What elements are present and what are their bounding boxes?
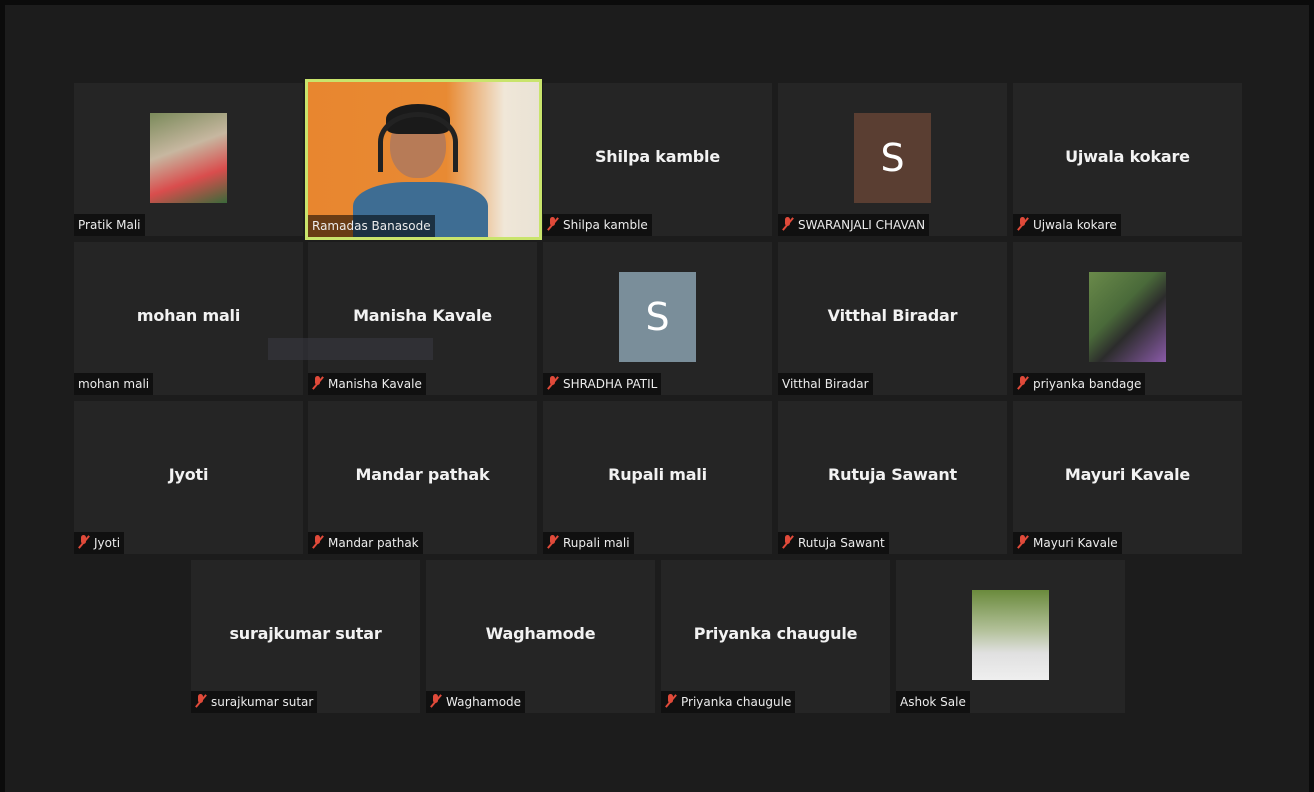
participant-name-label: Rutuja Sawant bbox=[778, 532, 889, 554]
mic-muted-icon bbox=[782, 217, 794, 231]
participant-tile-rupali-mali[interactable]: Rupali mali Rupali mali bbox=[543, 401, 772, 554]
participant-display-name: Rutuja Sawant bbox=[828, 465, 957, 484]
participant-name-label: Shilpa kamble bbox=[543, 214, 652, 236]
initial-avatar: S bbox=[619, 272, 696, 362]
participant-name-label: Manisha Kavale bbox=[308, 373, 426, 395]
participant-tile-ramadas-banasode[interactable]: Ramadas Banasode bbox=[305, 79, 542, 240]
participant-tile-swaranjali-chavan[interactable]: S SWARANJALI CHAVAN bbox=[778, 83, 1007, 236]
participant-name-label: Waghamode bbox=[426, 691, 526, 713]
participant-name-label: SWARANJALI CHAVAN bbox=[778, 214, 930, 236]
participant-name-label: Mandar pathak bbox=[308, 532, 423, 554]
participant-display-name: Jyoti bbox=[168, 465, 209, 484]
mic-muted-icon bbox=[547, 376, 559, 390]
participant-display-name: Manisha Kavale bbox=[353, 306, 492, 325]
participant-tile-shradha-patil[interactable]: S SHRADHA PATIL bbox=[543, 242, 772, 395]
participant-name-label: Priyanka chaugule bbox=[661, 691, 796, 713]
participant-tile-pratik-mali[interactable]: Pratik Mali bbox=[74, 83, 303, 236]
participant-name-label: Pratik Mali bbox=[74, 214, 145, 236]
mic-muted-icon bbox=[782, 535, 794, 549]
participant-name-label: Ashok Sale bbox=[896, 691, 970, 713]
participant-display-name: Shilpa kamble bbox=[594, 147, 720, 166]
participant-name-label: Rupali mali bbox=[543, 532, 634, 554]
mic-muted-icon bbox=[665, 694, 677, 708]
participant-tile-manisha-kavale[interactable]: Manisha Kavale Manisha Kavale bbox=[308, 242, 537, 395]
participant-display-name: mohan mali bbox=[136, 306, 241, 325]
mic-muted-icon bbox=[1017, 535, 1029, 549]
participant-tile-priyanka-bandage[interactable]: priyanka bandage bbox=[1013, 242, 1242, 395]
participant-tile-vitthal-biradar[interactable]: Vitthal Biradar Vitthal Biradar bbox=[778, 242, 1007, 395]
participant-display-name: Waghamode bbox=[485, 624, 596, 643]
initial-avatar: S bbox=[854, 113, 931, 203]
participant-video bbox=[308, 82, 539, 237]
participant-tile-ashok-sale[interactable]: Ashok Sale bbox=[896, 560, 1125, 713]
participant-name-label: Mayuri Kavale bbox=[1013, 532, 1122, 554]
participant-name-label: SHRADHA PATIL bbox=[543, 373, 662, 395]
mic-muted-icon bbox=[547, 217, 559, 231]
participant-display-name: Vitthal Biradar bbox=[827, 306, 958, 325]
participant-name-label: Vitthal Biradar bbox=[778, 373, 873, 395]
participant-display-name: Rupali mali bbox=[608, 465, 707, 484]
participant-display-name: Mandar pathak bbox=[355, 465, 490, 484]
participant-name-label: priyanka bandage bbox=[1013, 373, 1146, 395]
profile-photo bbox=[972, 590, 1049, 680]
participant-tile-rutuja-sawant[interactable]: Rutuja Sawant Rutuja Sawant bbox=[778, 401, 1007, 554]
participant-tile-mayuri-kavale[interactable]: Mayuri Kavale Mayuri Kavale bbox=[1013, 401, 1242, 554]
participant-tile-mohan-mali[interactable]: mohan mali mohan mali bbox=[74, 242, 303, 395]
participant-name-label: Jyoti bbox=[74, 532, 125, 554]
participant-name-label: surajkumar sutar bbox=[191, 691, 318, 713]
participant-tile-ujwala-kokare[interactable]: Ujwala kokare Ujwala kokare bbox=[1013, 83, 1242, 236]
mic-muted-icon bbox=[312, 535, 324, 549]
participant-tile-shilpa-kamble[interactable]: Shilpa kamble Shilpa kamble bbox=[543, 83, 772, 236]
mic-muted-icon bbox=[430, 694, 442, 708]
participant-tile-jyoti[interactable]: Jyoti Jyoti bbox=[74, 401, 303, 554]
profile-photo bbox=[1089, 272, 1166, 362]
participant-tile-surajkumar-sutar[interactable]: surajkumar sutar surajkumar sutar bbox=[191, 560, 420, 713]
participant-name-label: Ramadas Banasode bbox=[308, 215, 435, 237]
participant-tile-waghamode[interactable]: Waghamode Waghamode bbox=[426, 560, 655, 713]
mic-muted-icon bbox=[1017, 217, 1029, 231]
participant-display-name: Mayuri Kavale bbox=[1064, 465, 1191, 484]
mic-muted-icon bbox=[547, 535, 559, 549]
participant-tile-priyanka-chaugule[interactable]: Priyanka chaugule Priyanka chaugule bbox=[661, 560, 890, 713]
participant-name-label: Ujwala kokare bbox=[1013, 214, 1121, 236]
participant-display-name: surajkumar sutar bbox=[229, 624, 382, 643]
mic-muted-icon bbox=[312, 376, 324, 390]
mic-muted-icon bbox=[195, 694, 207, 708]
participant-display-name: Priyanka chaugule bbox=[693, 624, 858, 643]
faded-overlay bbox=[268, 338, 433, 360]
mic-muted-icon bbox=[78, 535, 90, 549]
participant-name-label: mohan mali bbox=[74, 373, 154, 395]
participant-tile-mandar-pathak[interactable]: Mandar pathak Mandar pathak bbox=[308, 401, 537, 554]
participant-display-name: Ujwala kokare bbox=[1065, 147, 1190, 166]
mic-muted-icon bbox=[1017, 376, 1029, 390]
meeting-gallery-view: Pratik Mali Ramadas Banasode Shilpa kamb… bbox=[5, 5, 1309, 792]
profile-photo bbox=[150, 113, 227, 203]
